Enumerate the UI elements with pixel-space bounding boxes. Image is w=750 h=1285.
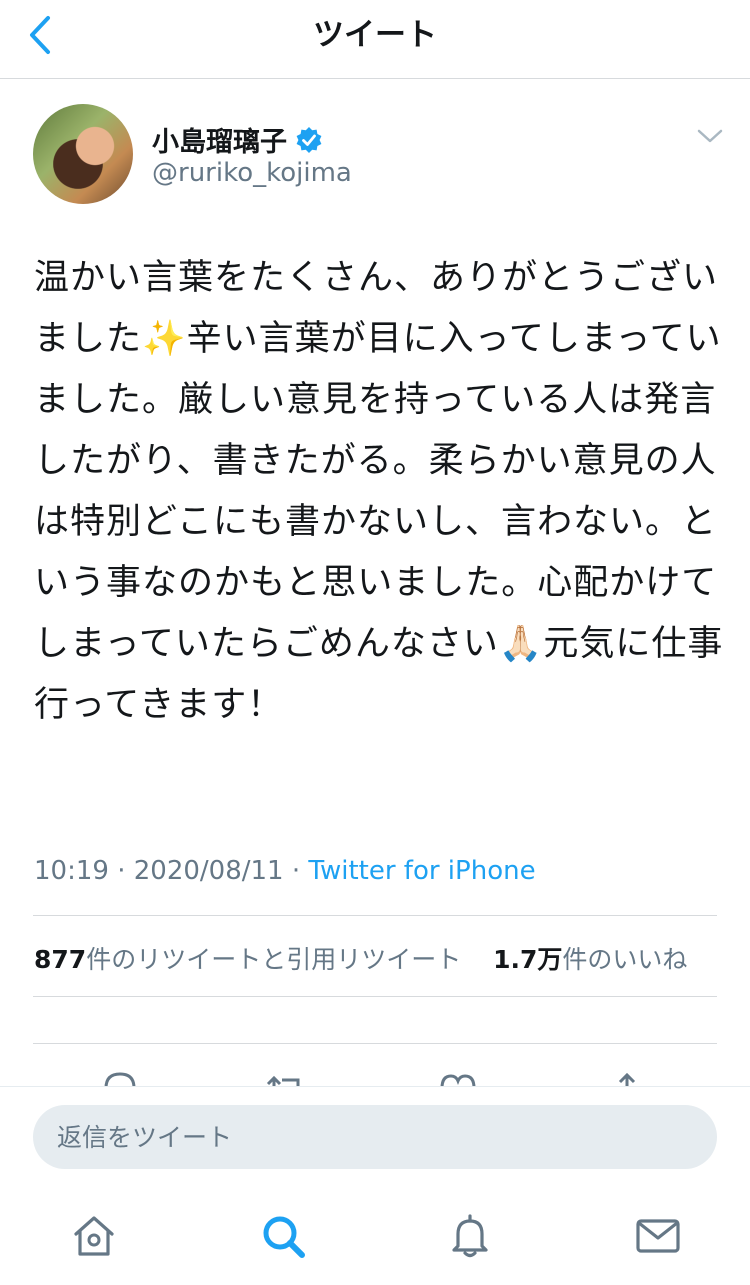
reply-icon[interactable] (100, 1068, 140, 1088)
tweet-date: 2020/08/11 (133, 856, 284, 886)
divider (33, 996, 717, 997)
retweet-icon[interactable] (264, 1068, 308, 1088)
retweet-count: 877 (34, 945, 87, 974)
share-icon[interactable] (612, 1068, 642, 1088)
home-icon[interactable] (70, 1212, 118, 1260)
messages-icon[interactable] (634, 1212, 682, 1260)
top-bar: ツイート (0, 0, 750, 79)
retweet-stat[interactable]: 877件のリツイートと引用リツイート (34, 945, 461, 974)
tweet-time: 10:19 (34, 856, 109, 886)
meta-separator: · (291, 856, 301, 886)
verified-badge-icon (296, 126, 322, 153)
tweet-stats: 877件のリツイートと引用リツイート 1.7万件のいいね (34, 940, 687, 976)
author-name-row[interactable]: 小島瑠璃子 (152, 120, 323, 159)
chevron-down-icon[interactable] (694, 120, 726, 152)
page-title: ツイート (313, 17, 437, 53)
action-bar (0, 1068, 750, 1088)
avatar[interactable] (33, 104, 133, 204)
tweet-source-link[interactable]: Twitter for iPhone (308, 856, 535, 886)
notifications-icon[interactable] (446, 1212, 494, 1260)
tweet-body: 温かい言葉をたくさん、ありがとうございました✨辛い言葉が目に入ってしまっていまし… (34, 258, 724, 725)
display-name[interactable]: 小島瑠璃子 (152, 120, 287, 159)
like-stat[interactable]: 1.7万件のいいね (493, 945, 687, 974)
search-icon[interactable] (259, 1212, 307, 1260)
reply-input[interactable] (33, 1105, 717, 1169)
like-count: 1.7万 (493, 945, 563, 974)
divider (33, 1043, 717, 1044)
handle[interactable]: @ruriko_kojima (152, 158, 352, 188)
tweet-meta: 10:19 · 2020/08/11 · Twitter for iPhone (34, 856, 536, 886)
retweet-label: 件のリツイートと引用リツイート (86, 945, 462, 974)
like-icon[interactable] (438, 1068, 478, 1088)
divider (33, 915, 717, 916)
like-label: 件のいいね (562, 945, 688, 974)
meta-separator: · (117, 856, 126, 886)
